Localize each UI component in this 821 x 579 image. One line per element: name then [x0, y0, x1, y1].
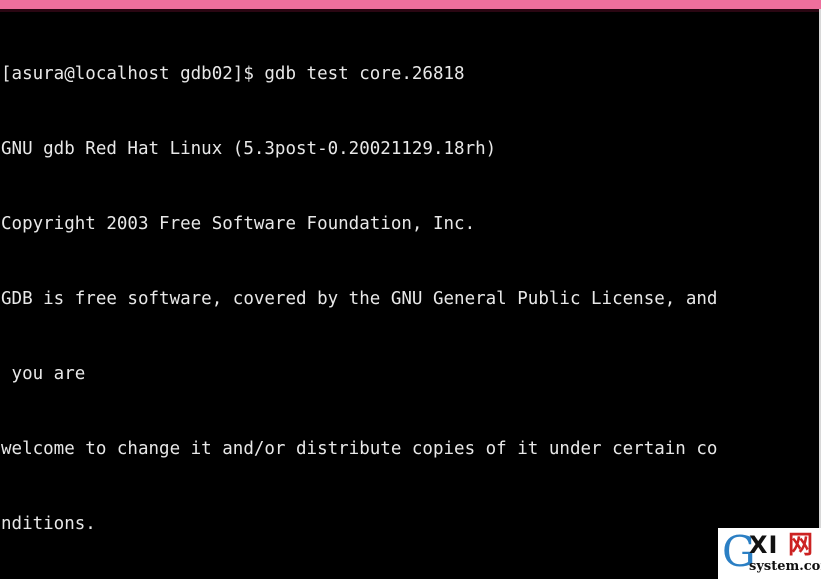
terminal-line: GNU gdb Red Hat Linux (5.3post-0.2002112…: [1, 139, 497, 159]
terminal-line: Copyright 2003 Free Software Foundation,…: [1, 214, 476, 234]
terminal-output[interactable]: [asura@localhost gdb02]$ gdb test core.2…: [0, 12, 819, 579]
watermark-letters-xi: XI: [749, 531, 779, 559]
terminal-line: you are: [1, 364, 86, 384]
site-watermark: G XI 网 system.com: [718, 528, 821, 579]
watermark-domain-text: system.com: [749, 559, 821, 574]
terminal-line: GDB is free software, covered by the GNU…: [1, 289, 718, 309]
watermark-logo: G XI 网 system.com: [722, 531, 821, 579]
terminal-line: [asura@localhost gdb02]$ gdb test core.2…: [1, 64, 465, 84]
window-title-bar: [0, 0, 821, 9]
terminal-line: welcome to change it and/or distribute c…: [1, 439, 718, 459]
watermark-cjk-glyph: 网: [788, 530, 814, 559]
terminal-window: [asura@localhost gdb02]$ gdb test core.2…: [0, 0, 821, 579]
terminal-line: nditions.: [1, 514, 96, 534]
